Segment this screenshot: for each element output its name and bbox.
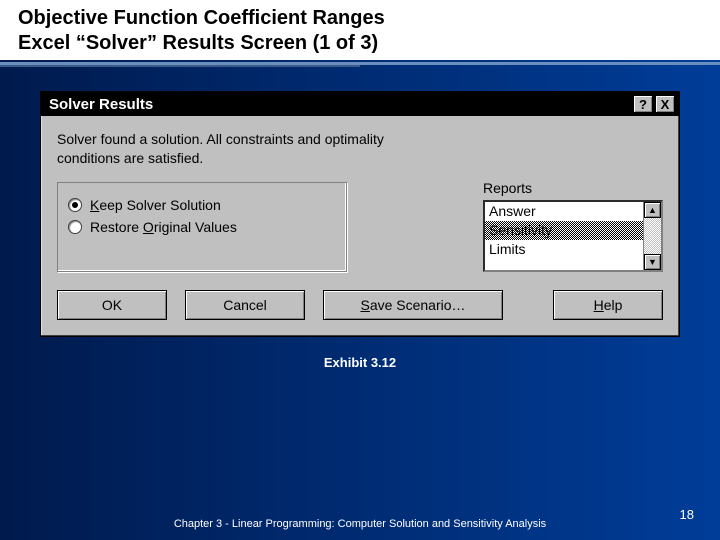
dialog-title: Solver Results [45,96,631,113]
help-icon[interactable]: ? [633,95,653,113]
close-icon[interactable]: X [655,95,675,113]
scroll-down-icon[interactable]: ▼ [644,254,661,270]
exhibit-label: Exhibit 3.12 [20,355,700,370]
list-item-limits[interactable]: Limits [485,240,643,259]
radio-keep-label: Keep Solver Solution [90,197,221,213]
solution-options-group: Keep Solver Solution Restore Original Va… [57,182,347,272]
footer-text: Chapter 3 - Linear Programming: Computer… [0,518,720,530]
radio-icon [68,220,82,234]
scrollbar-track[interactable] [644,218,661,254]
button-row: OK Cancel Save Scenario… Help [57,290,663,320]
slide-title-line2: Excel “Solver” Results Screen (1 of 3) [18,31,702,56]
slide-header: Objective Function Coefficient Ranges Ex… [0,0,720,60]
solver-message: Solver found a solution. All constraints… [57,130,663,168]
message-line2: conditions are satisfied. [57,149,663,168]
reports-label: Reports [483,180,663,196]
reports-listbox[interactable]: Answer Sensitivity Limits ▲ ▼ [483,200,663,272]
help-button[interactable]: Help [553,290,663,320]
scroll-up-icon[interactable]: ▲ [644,202,661,218]
titlebar[interactable]: Solver Results ? X [41,92,679,116]
cancel-button[interactable]: Cancel [185,290,305,320]
radio-icon [68,198,82,212]
slide-footer: Chapter 3 - Linear Programming: Computer… [0,518,720,530]
solver-results-dialog: Solver Results ? X Solver found a soluti… [40,91,680,337]
page-number: 18 [680,507,694,522]
message-line1: Solver found a solution. All constraints… [57,130,663,149]
radio-keep-solution[interactable]: Keep Solver Solution [68,197,336,213]
list-item-answer[interactable]: Answer [485,202,643,221]
save-scenario-button[interactable]: Save Scenario… [323,290,503,320]
list-item-sensitivity[interactable]: Sensitivity [485,221,643,240]
radio-restore-label: Restore Original Values [90,219,237,235]
slide-title-line1: Objective Function Coefficient Ranges [18,6,702,31]
radio-restore-original[interactable]: Restore Original Values [68,219,336,235]
listbox-scrollbar[interactable]: ▲ ▼ [643,202,661,270]
ok-button[interactable]: OK [57,290,167,320]
